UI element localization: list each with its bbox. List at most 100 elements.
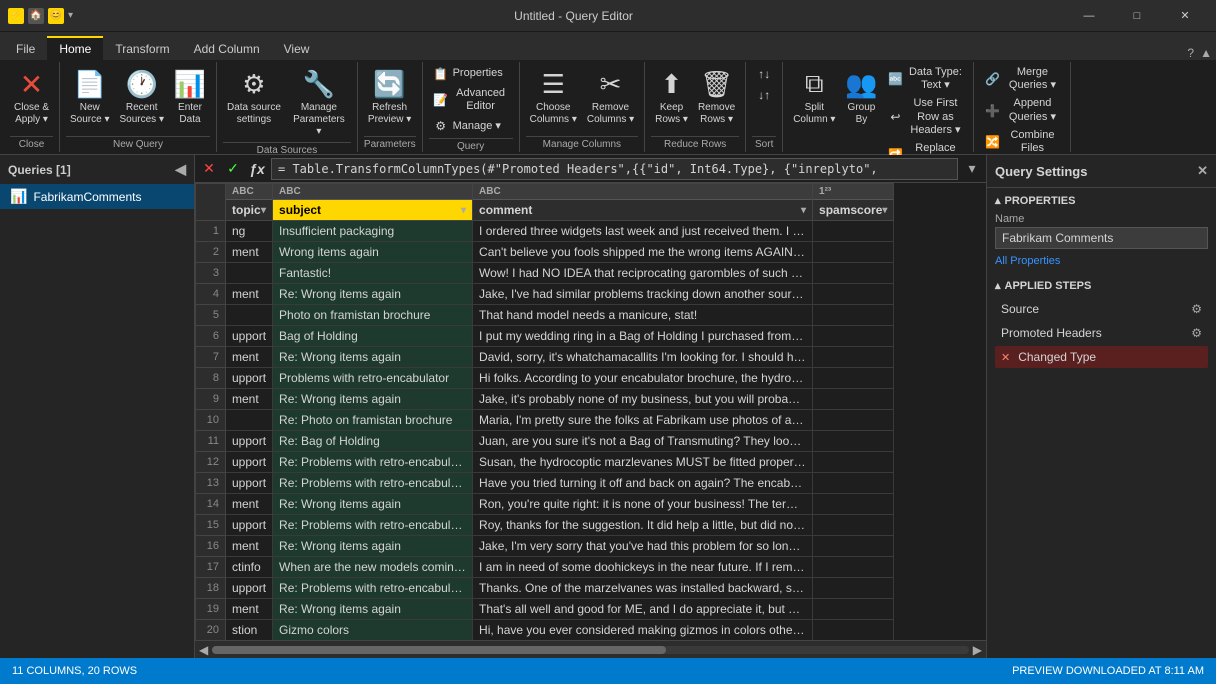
table-row[interactable]: 8 upport Problems with retro-encabulator… bbox=[196, 368, 894, 389]
table-row[interactable]: 15 upport Re: Problems with retro-encabu… bbox=[196, 515, 894, 536]
step-source-gear-icon[interactable]: ⚙ bbox=[1191, 302, 1202, 316]
quick-access-arrow[interactable]: ▾ bbox=[68, 10, 73, 21]
step-promoted-label: Promoted Headers bbox=[1001, 326, 1102, 340]
formula-input[interactable] bbox=[271, 158, 958, 180]
manage-btn[interactable]: ⚙ Manage ▾ bbox=[429, 116, 513, 136]
minimize-btn[interactable]: — bbox=[1066, 0, 1112, 32]
table-row[interactable]: 4 ment Re: Wrong items again Jake, I've … bbox=[196, 284, 894, 305]
table-row[interactable]: 7 ment Re: Wrong items again David, sorr… bbox=[196, 347, 894, 368]
query-icon: 📊 bbox=[10, 188, 27, 205]
table-row[interactable]: 10 Re: Photo on framistan brochure Maria… bbox=[196, 410, 894, 431]
col-subject-arrow[interactable]: ▾ bbox=[461, 205, 466, 216]
ribbon-group-parameters: 🔄 RefreshPreview ▾ Parameters bbox=[358, 62, 423, 152]
formula-fx-btn[interactable]: ƒx bbox=[247, 159, 267, 179]
table-row[interactable]: 19 ment Re: Wrong items again That's all… bbox=[196, 599, 894, 620]
recent-sources-btn[interactable]: 🕐 RecentSources ▾ bbox=[116, 64, 168, 128]
col-header-topic[interactable]: ABC topic▾ bbox=[226, 184, 273, 221]
first-row-headers-btn[interactable]: ↩ Use First Row as Headers ▾ bbox=[883, 95, 967, 139]
table-row[interactable]: 16 ment Re: Wrong items again Jake, I'm … bbox=[196, 536, 894, 557]
tab-file[interactable]: File bbox=[4, 36, 47, 60]
col-comment-arrow[interactable]: ▾ bbox=[801, 205, 806, 216]
table-row[interactable]: 14 ment Re: Wrong items again Ron, you'r… bbox=[196, 494, 894, 515]
table-row[interactable]: 17 ctinfo When are the new models coming… bbox=[196, 557, 894, 578]
step-promoted-gear-icon[interactable]: ⚙ bbox=[1191, 326, 1202, 340]
col-header-spamscore[interactable]: 1²³ spamscore▾ bbox=[813, 184, 894, 221]
table-row[interactable]: 9 ment Re: Wrong items again Jake, it's … bbox=[196, 389, 894, 410]
table-row[interactable]: 18 upport Re: Problems with retro-encabu… bbox=[196, 578, 894, 599]
scroll-left-btn[interactable]: ◀ bbox=[199, 643, 208, 657]
properties-btn[interactable]: 📋 Properties bbox=[429, 64, 513, 84]
tab-transform[interactable]: Transform bbox=[103, 36, 181, 60]
hscrollbar-thumb[interactable] bbox=[212, 646, 666, 654]
subject-cell: Re: Wrong items again bbox=[273, 536, 473, 557]
refresh-preview-btn[interactable]: 🔄 RefreshPreview ▾ bbox=[364, 64, 415, 128]
data-source-settings-btn[interactable]: ⚙ Data sourcesettings bbox=[223, 64, 285, 128]
close-window-btn[interactable]: ✕ bbox=[1162, 0, 1208, 32]
table-row[interactable]: 13 upport Re: Problems with retro-encabu… bbox=[196, 473, 894, 494]
choose-columns-btn[interactable]: ☰ ChooseColumns ▾ bbox=[526, 64, 581, 128]
spamscore-cell bbox=[813, 599, 894, 620]
new-source-btn[interactable]: 📄 NewSource ▾ bbox=[66, 64, 113, 128]
comment-cell: Juan, are you sure it's not a Bag of Tra… bbox=[473, 431, 813, 452]
maximize-btn[interactable]: □ bbox=[1114, 0, 1160, 32]
manage-params-btn[interactable]: 🔧 ManageParameters ▾ bbox=[287, 64, 351, 140]
recent-sources-label: RecentSources ▾ bbox=[120, 102, 164, 126]
query-settings-close-btn[interactable]: ✕ bbox=[1197, 163, 1208, 179]
ribbon-group-new-query: 📄 NewSource ▾ 🕐 RecentSources ▾ 📊 EnterD… bbox=[60, 62, 217, 152]
table-row[interactable]: 2 ment Wrong items again Can't believe y… bbox=[196, 242, 894, 263]
table-row[interactable]: 3 Fantastic! Wow! I had NO IDEA that rec… bbox=[196, 263, 894, 284]
sidebar-item-fabrikamcomments[interactable]: 📊 FabrikamComments bbox=[0, 184, 194, 209]
tab-add-column[interactable]: Add Column bbox=[182, 36, 272, 60]
step-promoted-headers[interactable]: Promoted Headers ⚙ bbox=[995, 322, 1208, 344]
spamscore-cell bbox=[813, 431, 894, 452]
formula-expand-btn[interactable]: ▾ bbox=[962, 159, 982, 179]
ribbon-help-btn[interactable]: ? bbox=[1187, 46, 1194, 60]
sidebar-header: Queries [1] ◀ bbox=[0, 155, 194, 184]
remove-columns-btn[interactable]: ✂ RemoveColumns ▾ bbox=[583, 64, 638, 128]
sort-asc-btn[interactable]: ↑↓ bbox=[752, 64, 776, 84]
sidebar-collapse-btn[interactable]: ◀ bbox=[175, 161, 186, 178]
table-row[interactable]: 11 upport Re: Bag of Holding Juan, are y… bbox=[196, 431, 894, 452]
col-topic-arrow[interactable]: ▾ bbox=[261, 205, 266, 216]
advanced-editor-btn[interactable]: 📝 Advanced Editor bbox=[429, 85, 513, 115]
combine-files-btn[interactable]: 🔀 Combine Files bbox=[980, 127, 1064, 157]
hscroll-bar[interactable]: ◀ ▶ bbox=[195, 640, 986, 658]
col-header-subject[interactable]: ABC subject▾ bbox=[273, 184, 473, 221]
step-changed-type[interactable]: ✕ Changed Type bbox=[995, 346, 1208, 368]
append-queries-btn[interactable]: ➕ Append Queries ▾ bbox=[980, 95, 1064, 125]
data-type-btn[interactable]: 🔤 Data Type: Text ▾ bbox=[883, 64, 967, 94]
enter-data-btn[interactable]: 📊 EnterData bbox=[170, 64, 210, 128]
tab-home[interactable]: Home bbox=[47, 36, 103, 60]
all-properties-link[interactable]: All Properties bbox=[995, 255, 1060, 267]
split-column-icon: ⧉ bbox=[798, 68, 830, 100]
sort-group-label: Sort bbox=[752, 136, 776, 150]
topic-cell: ment bbox=[226, 389, 273, 410]
split-column-btn[interactable]: ⧉ SplitColumn ▾ bbox=[789, 64, 839, 128]
col-header-comment[interactable]: ABC comment▾ bbox=[473, 184, 813, 221]
table-row[interactable]: 6 upport Bag of Holding I put my wedding… bbox=[196, 326, 894, 347]
table-row[interactable]: 12 upport Re: Problems with retro-encabu… bbox=[196, 452, 894, 473]
data-grid[interactable]: ABC topic▾ ABC subject▾ bbox=[195, 183, 986, 640]
table-row[interactable]: 20 stion Gizmo colors Hi, have you ever … bbox=[196, 620, 894, 641]
subject-cell: Re: Wrong items again bbox=[273, 284, 473, 305]
parameters-group-label: Parameters bbox=[364, 136, 416, 150]
subject-cell: Re: Problems with retro-encabulator bbox=[273, 452, 473, 473]
ribbon-collapse-btn[interactable]: ▲ bbox=[1200, 46, 1212, 60]
sort-desc-btn[interactable]: ↓↑ bbox=[752, 85, 776, 105]
table-row[interactable]: 1 ng Insufficient packaging I ordered th… bbox=[196, 221, 894, 242]
merge-queries-btn[interactable]: 🔗 Merge Queries ▾ bbox=[980, 64, 1064, 94]
keep-rows-btn[interactable]: ⬆ KeepRows ▾ bbox=[651, 64, 692, 128]
formula-cancel-btn[interactable]: ✕ bbox=[199, 159, 219, 179]
step-source[interactable]: Source ⚙ bbox=[995, 298, 1208, 320]
remove-rows-btn[interactable]: 🗑 RemoveRows ▾ bbox=[694, 64, 739, 128]
table-row[interactable]: 5 Photo on framistan brochure That hand … bbox=[196, 305, 894, 326]
formula-confirm-btn[interactable]: ✓ bbox=[223, 159, 243, 179]
step-changed-label: Changed Type bbox=[1018, 350, 1096, 364]
col-spamscore-arrow[interactable]: ▾ bbox=[882, 205, 887, 216]
tab-view[interactable]: View bbox=[272, 36, 322, 60]
group-by-btn[interactable]: 👥 GroupBy bbox=[841, 64, 881, 128]
scroll-right-btn[interactable]: ▶ bbox=[973, 643, 982, 657]
step-promoted-left: Promoted Headers bbox=[1001, 326, 1102, 340]
close-apply-btn[interactable]: ✕ Close &Apply ▾ bbox=[10, 64, 53, 128]
hscrollbar-track[interactable] bbox=[212, 646, 969, 654]
